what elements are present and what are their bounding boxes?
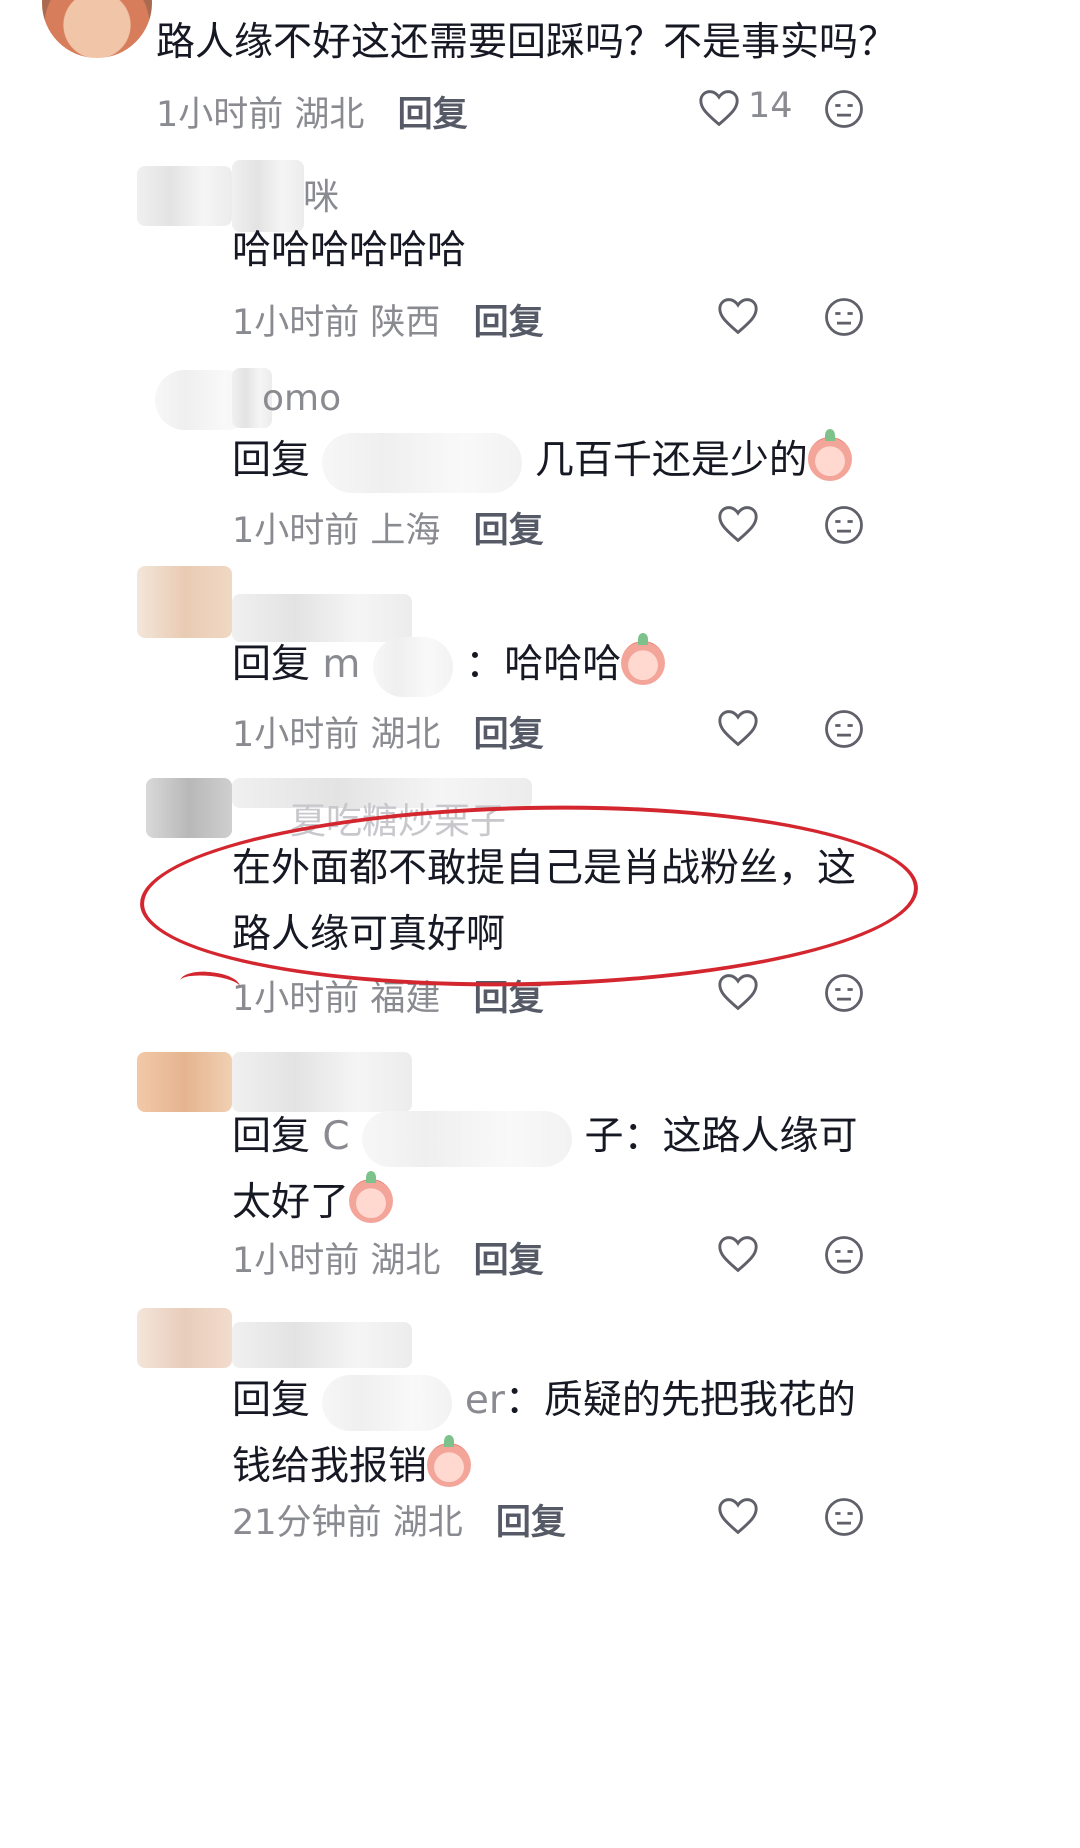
peach-face-emoji xyxy=(807,429,852,481)
mention-start: m xyxy=(322,642,361,687)
comment-meta: 21分钟前 湖北 回复 xyxy=(232,1494,566,1545)
blurred-username xyxy=(232,1322,412,1368)
reply-prefix: 回复 xyxy=(232,438,311,483)
comment-meta: 1小时前 湖北 回复 xyxy=(156,86,468,137)
comment-meta: 1小时前 上海 回复 xyxy=(232,502,544,553)
reply-button[interactable]: 回复 xyxy=(496,1503,566,1543)
username: 咪 xyxy=(303,177,340,218)
avatar[interactable] xyxy=(137,566,232,638)
comment-time: 1小时前 xyxy=(232,715,360,755)
heart-icon[interactable] xyxy=(697,88,741,128)
reply-prefix: 回复 xyxy=(232,1378,311,1423)
blurred-mention xyxy=(372,636,453,697)
heart-icon[interactable] xyxy=(716,504,760,544)
reply-item: 回复 m ：哈哈哈 1小时前 湖北 回复 xyxy=(0,566,1080,762)
comment-location: 湖北 xyxy=(392,1503,463,1543)
comment-time: 1小时前 xyxy=(156,95,284,135)
comment-text: 回复 m ：哈哈哈 xyxy=(232,632,666,698)
comment-location: 陕西 xyxy=(370,303,441,343)
top-comment: 路人缘不好这还需要回踩吗？不是事实吗？ 1小时前 湖北 回复 14 xyxy=(0,0,1080,140)
heart-icon[interactable] xyxy=(716,1234,760,1274)
heart-icon[interactable] xyxy=(716,296,760,336)
reply-prefix: 回复 xyxy=(232,1114,311,1159)
neutral-face-icon[interactable] xyxy=(823,972,865,1014)
reply-prefix: 回复 xyxy=(232,642,311,687)
reply-button[interactable]: 回复 xyxy=(474,303,544,343)
neutral-face-icon[interactable] xyxy=(823,504,865,546)
reply-body: ：哈哈哈 xyxy=(465,642,622,687)
avatar[interactable] xyxy=(137,1052,232,1112)
comment-meta: 1小时前 陕西 回复 xyxy=(232,294,544,345)
comment-text: 哈哈哈哈哈哈 xyxy=(232,228,467,273)
reply-body: 几百千还是少的 xyxy=(534,438,808,483)
comment-meta: 1小时前 湖北 回复 xyxy=(232,1232,544,1283)
reply-item: 咪 哈哈哈哈哈哈 1小时前 陕西 回复 xyxy=(0,160,1080,350)
comment-location: 上海 xyxy=(370,511,441,551)
blurred-mention xyxy=(322,1374,453,1431)
reply-item: omo 回复 几百千还是少的 1小时前 上海 回复 xyxy=(0,368,1080,558)
reply-button[interactable]: 回复 xyxy=(398,95,468,135)
heart-icon[interactable] xyxy=(716,1496,760,1536)
peach-face-emoji xyxy=(349,1171,394,1223)
neutral-face-icon[interactable] xyxy=(823,708,865,750)
reply-button[interactable]: 回复 xyxy=(474,715,544,755)
comment-location: 湖北 xyxy=(370,715,441,755)
avatar[interactable] xyxy=(137,166,232,226)
neutral-face-icon[interactable] xyxy=(823,88,865,130)
neutral-face-icon[interactable] xyxy=(823,1234,865,1276)
heart-icon[interactable] xyxy=(716,708,760,748)
comment-text: 路人缘不好这还需要回踩吗？不是事实吗？ xyxy=(156,20,898,65)
reply-button[interactable]: 回复 xyxy=(474,1241,544,1281)
comment-location: 湖北 xyxy=(294,95,365,135)
comment-time: 1小时前 xyxy=(232,511,360,551)
reply-button[interactable]: 回复 xyxy=(474,511,544,551)
heart-icon[interactable] xyxy=(716,972,760,1012)
comment-time: 1小时前 xyxy=(232,303,360,343)
comment-time: 1小时前 xyxy=(232,1241,360,1281)
blurred-username xyxy=(232,1052,412,1112)
mention-end: er xyxy=(464,1378,505,1423)
username: omo xyxy=(262,378,342,419)
blurred-mention xyxy=(362,1110,573,1167)
avatar[interactable] xyxy=(137,1308,232,1368)
comment-text: 回复 er：质疑的先把我花的钱给我报销 xyxy=(232,1368,872,1500)
neutral-face-icon[interactable] xyxy=(823,296,865,338)
reply-item: 回复 er：质疑的先把我花的钱给我报销 21分钟前 湖北 回复 xyxy=(0,1308,1080,1564)
comment-text: 回复 C 子：这路人缘可太好了 xyxy=(232,1104,872,1236)
comment-meta: 1小时前 湖北 回复 xyxy=(232,706,544,757)
comment-text: 回复 几百千还是少的 xyxy=(232,428,852,494)
neutral-face-icon[interactable] xyxy=(823,1496,865,1538)
mention-start: C xyxy=(322,1114,350,1159)
like-count: 14 xyxy=(748,86,793,126)
comment-time: 1小时前 xyxy=(232,979,360,1019)
peach-face-emoji xyxy=(427,1435,472,1487)
comment-time: 21分钟前 xyxy=(232,1503,382,1543)
reply-item: 回复 C 子：这路人缘可太好了 1小时前 湖北 回复 xyxy=(0,1046,1080,1302)
avatar[interactable] xyxy=(42,0,152,58)
peach-face-emoji xyxy=(621,633,666,685)
avatar[interactable] xyxy=(146,778,232,838)
blurred-mention xyxy=(322,432,523,493)
comment-location: 湖北 xyxy=(370,1241,441,1281)
